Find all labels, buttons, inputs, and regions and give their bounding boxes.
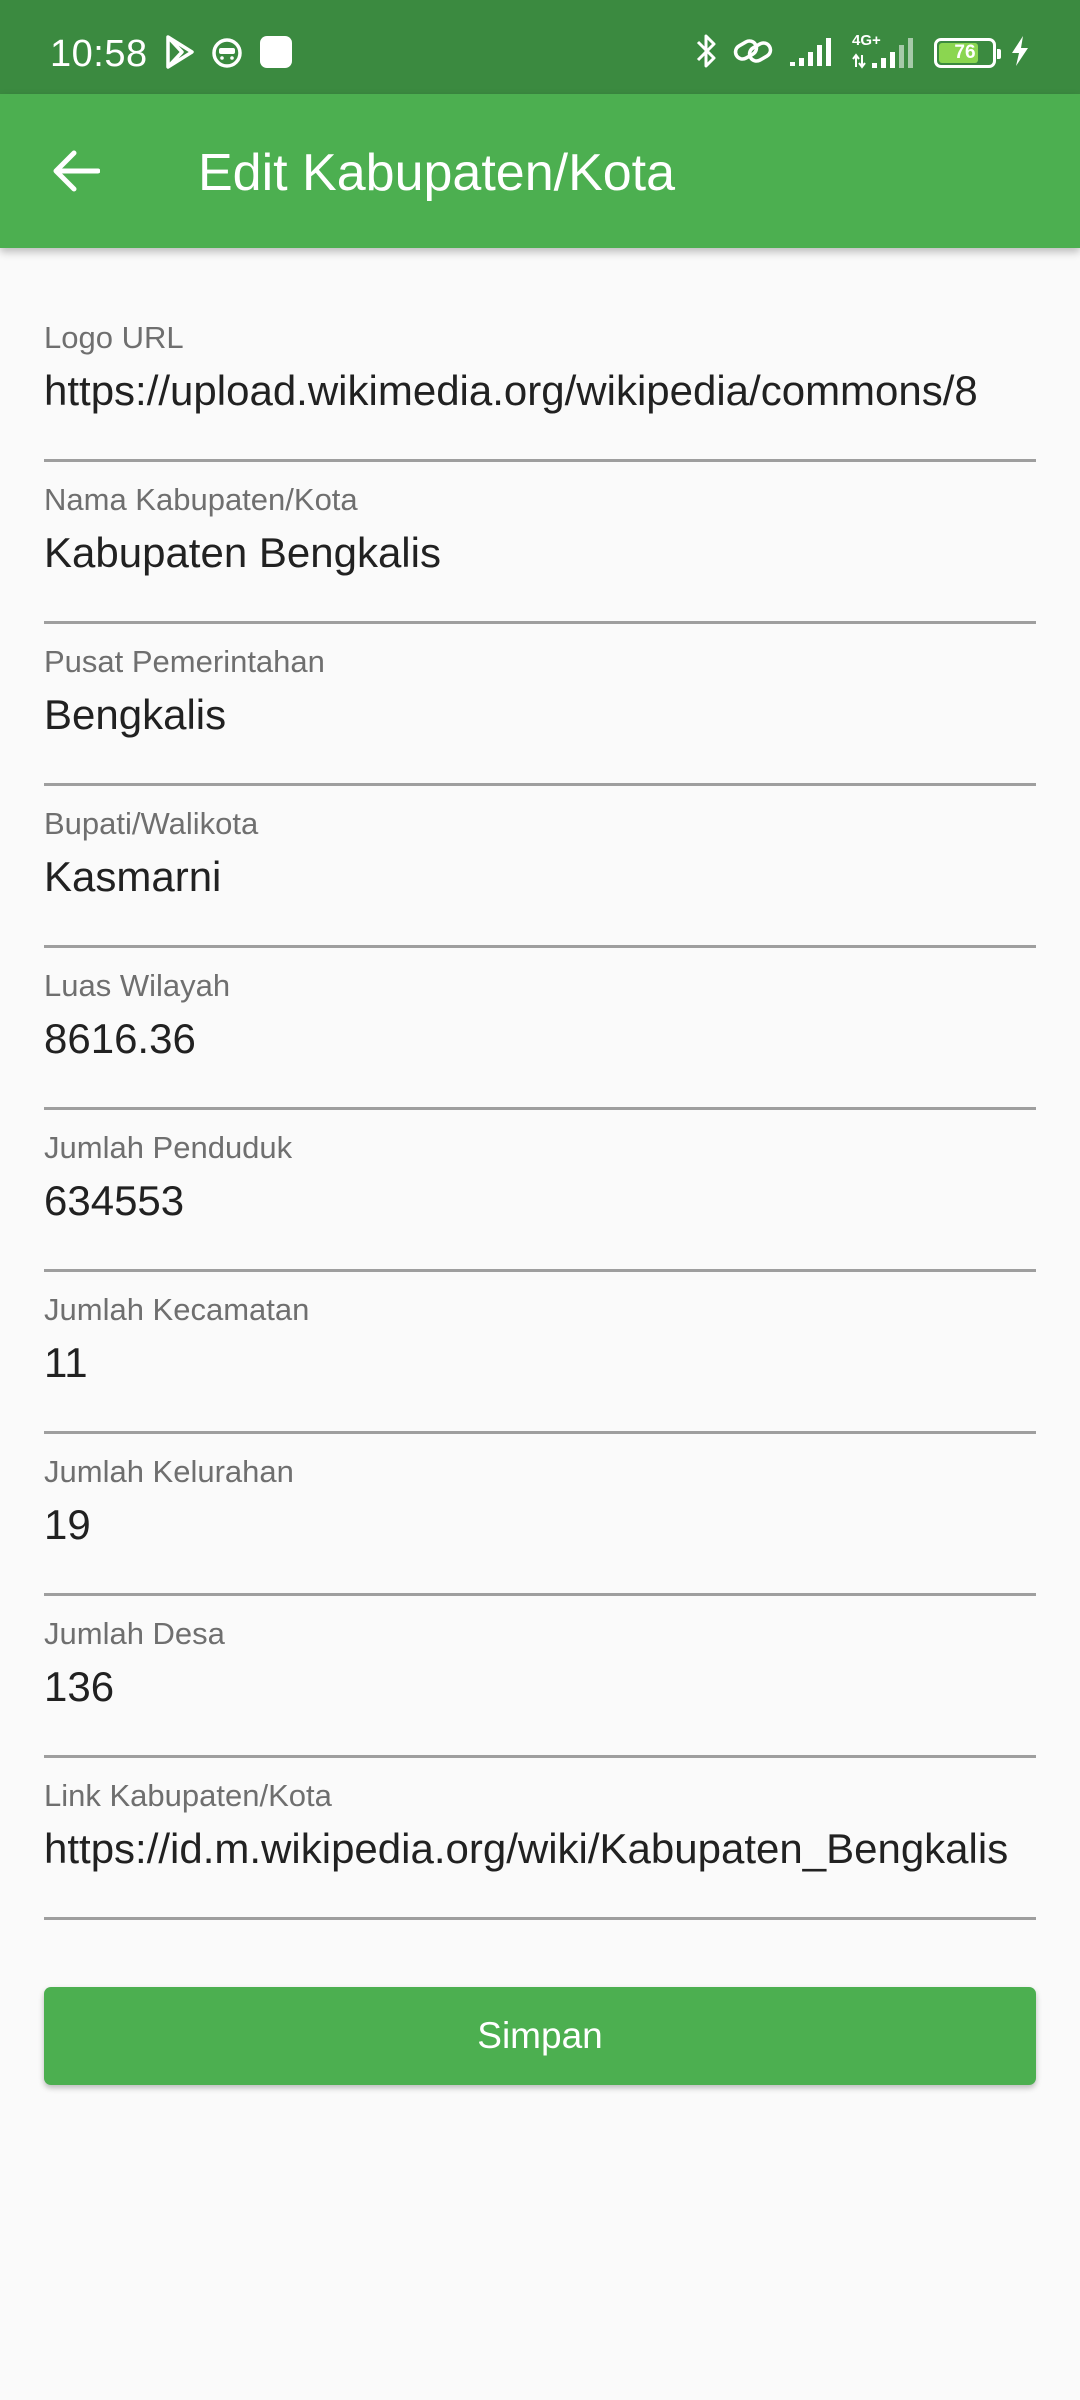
field-input[interactable]: Kasmarni bbox=[44, 848, 1036, 906]
field-label: Jumlah Kelurahan bbox=[44, 1454, 294, 1489]
field-input[interactable]: Bengkalis bbox=[44, 686, 1036, 744]
system-icons: 4G+ 76 bbox=[694, 30, 1030, 76]
field-input[interactable]: Kabupaten Bengkalis bbox=[44, 524, 1036, 582]
bluetooth-icon bbox=[694, 32, 718, 75]
jumlah-kelurahan-field[interactable]: Jumlah Kelurahan 19 bbox=[44, 1434, 1036, 1596]
field-input[interactable]: 136 bbox=[44, 1658, 1036, 1716]
field-label: Jumlah Penduduk bbox=[44, 1130, 293, 1165]
field-label: Jumlah Kecamatan bbox=[44, 1292, 310, 1327]
field-label: Pusat Pemerintahan bbox=[44, 644, 325, 679]
field-input[interactable]: 634553 bbox=[44, 1172, 1036, 1230]
edit-form: Logo URL https://upload.wikimedia.org/wik… bbox=[44, 300, 1036, 1920]
field-input[interactable]: 8616.36 bbox=[44, 1010, 1036, 1068]
field-input[interactable]: https://id.m.wikipedia.org/wiki/Kabupate… bbox=[44, 1820, 1036, 1878]
signal-4g-icon: 4G+ bbox=[852, 33, 920, 73]
field-label: Logo URL bbox=[44, 320, 184, 355]
nama-kabupaten-field[interactable]: Nama Kabupaten/Kota Kabupaten Bengkalis bbox=[44, 462, 1036, 624]
charging-bolt-icon bbox=[1010, 35, 1030, 72]
field-label: Jumlah Desa bbox=[44, 1616, 225, 1651]
link-kabupaten-field[interactable]: Link Kabupaten/Kota https://id.m.wikipedi… bbox=[44, 1758, 1036, 1920]
status-time: 10:58 bbox=[50, 33, 148, 75]
arrow-back-icon bbox=[52, 149, 101, 198]
bupati-walikota-field[interactable]: Bupati/Walikota Kasmarni bbox=[44, 786, 1036, 948]
field-input[interactable]: 19 bbox=[44, 1496, 1036, 1554]
logo-url-field[interactable]: Logo URL https://upload.wikimedia.org/wik… bbox=[44, 300, 1036, 462]
field-label: Bupati/Walikota bbox=[44, 806, 259, 841]
page-title: Edit Kabupaten/Kota bbox=[198, 144, 676, 202]
play-store-icon bbox=[164, 34, 196, 75]
field-input[interactable]: https://upload.wikimedia.org/wikipedia/c… bbox=[44, 362, 1036, 420]
notification-icons bbox=[164, 34, 294, 74]
jumlah-kecamatan-field[interactable]: Jumlah Kecamatan 11 bbox=[44, 1272, 1036, 1434]
back-button[interactable] bbox=[36, 138, 116, 208]
battery-icon: 76 bbox=[934, 38, 1001, 68]
app-bar: Edit Kabupaten/Kota bbox=[0, 94, 1080, 248]
app-square-icon bbox=[258, 34, 294, 75]
signal-icon bbox=[788, 34, 838, 73]
field-label: Nama Kabupaten/Kota bbox=[44, 482, 358, 517]
app-face-icon bbox=[210, 35, 244, 74]
jumlah-desa-field[interactable]: Jumlah Desa 136 bbox=[44, 1596, 1036, 1758]
save-button[interactable]: Simpan bbox=[44, 1987, 1036, 2085]
field-input[interactable]: 11 bbox=[44, 1334, 1036, 1392]
status-bar: 10:58 4G+ 76 bbox=[0, 0, 1080, 94]
pusat-pemerintahan-field[interactable]: Pusat Pemerintahan Bengkalis bbox=[44, 624, 1036, 786]
field-label: Link Kabupaten/Kota bbox=[44, 1778, 332, 1813]
battery-level-text: 76 bbox=[954, 42, 976, 63]
field-label: Luas Wilayah bbox=[44, 968, 231, 1003]
link-icon bbox=[732, 34, 774, 73]
luas-wilayah-field[interactable]: Luas Wilayah 8616.36 bbox=[44, 948, 1036, 1110]
battery-tip bbox=[997, 49, 1001, 59]
jumlah-penduduk-field[interactable]: Jumlah Penduduk 634553 bbox=[44, 1110, 1036, 1272]
